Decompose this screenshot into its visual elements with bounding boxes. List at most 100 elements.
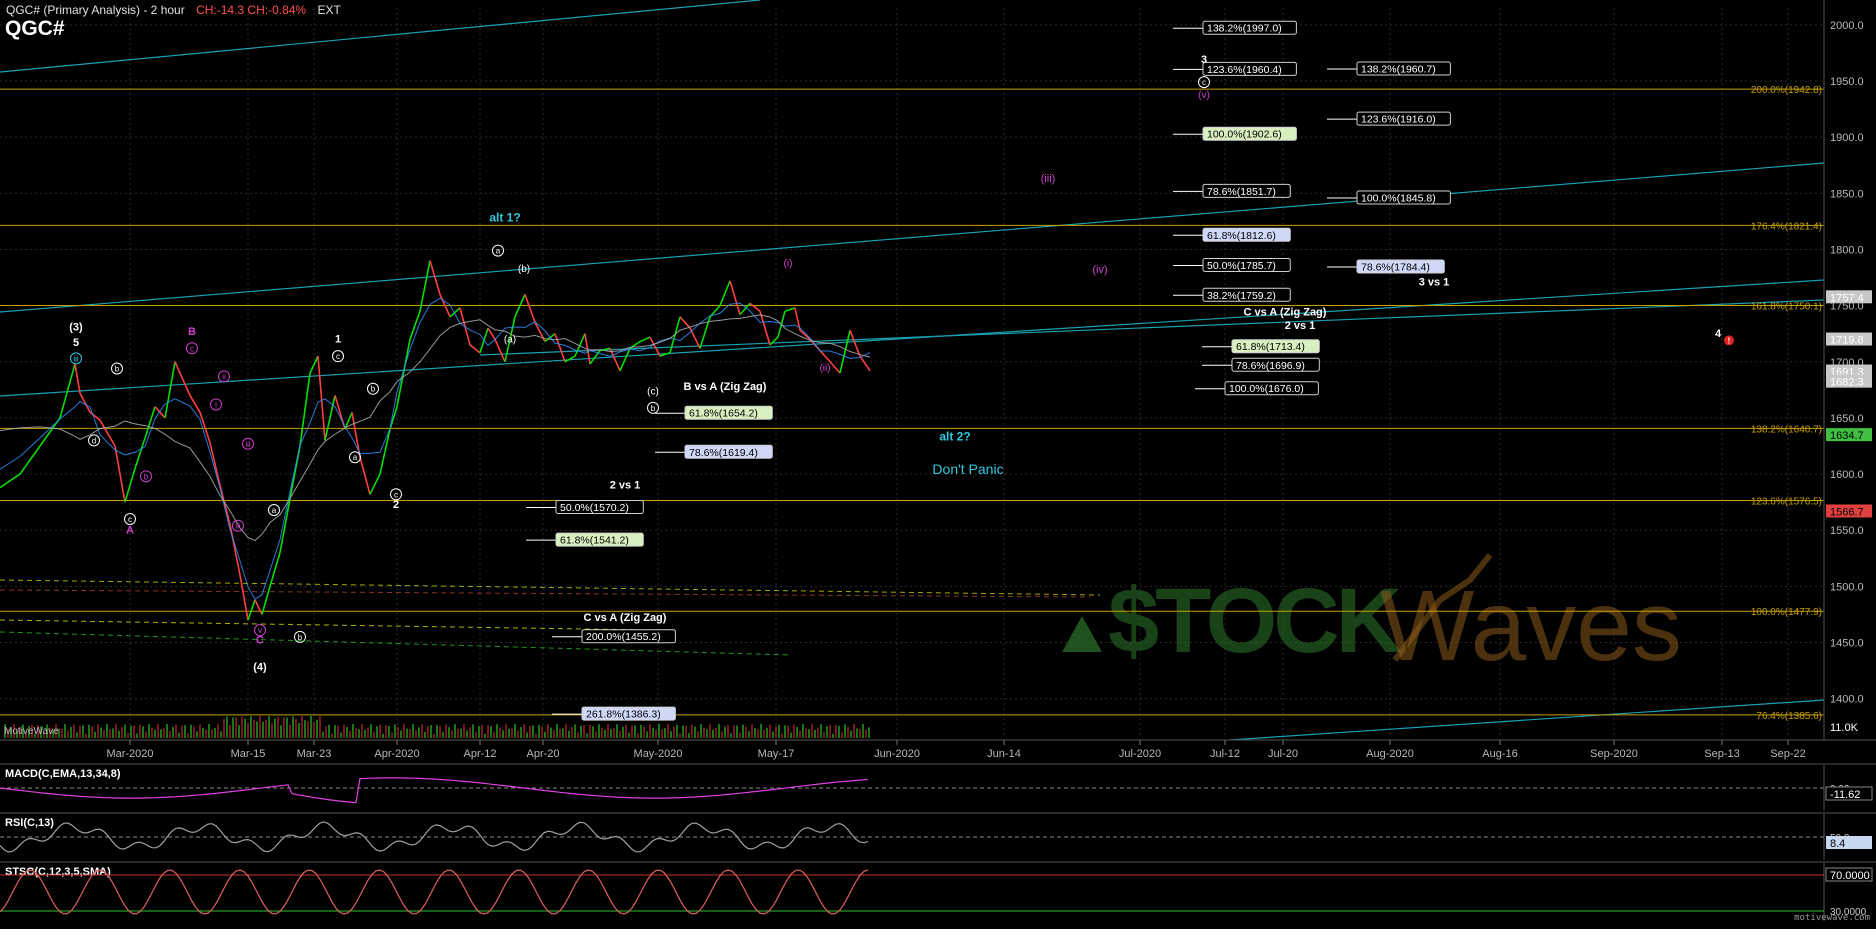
time-tick-label: Jul-20: [1268, 748, 1298, 760]
volume-bar: [328, 724, 330, 738]
wave-label: (v): [1198, 90, 1210, 101]
volume-bar: [598, 724, 600, 738]
volume-bar: [343, 724, 345, 738]
volume-bar: [274, 718, 276, 738]
time-tick-label: May-17: [758, 748, 795, 760]
chart-header: QGC# (Primary Analysis) - 2 hour CH:-14.…: [6, 3, 341, 17]
trend-line: [479, 299, 1825, 356]
volume-bar: [610, 729, 612, 738]
volume-bar: [442, 732, 444, 738]
volume-bar: [367, 727, 369, 738]
volume-bar: [643, 726, 645, 738]
volume-bar: [430, 724, 432, 738]
wave-circle-label: c: [190, 344, 194, 353]
volume-bar: [148, 724, 150, 738]
volume-bar: [406, 728, 408, 738]
volume-bar: [538, 724, 540, 738]
volume-bar: [868, 727, 870, 738]
volume-bar: [511, 728, 513, 738]
volume-bar: [106, 724, 108, 738]
wave-circle-label: iii: [235, 522, 241, 531]
volume-bar: [466, 730, 468, 738]
volume-bar: [76, 732, 78, 738]
price-segment: [134, 437, 146, 469]
volume-bar: [778, 724, 780, 738]
volume-bar: [88, 724, 90, 738]
volume-bar: [85, 733, 87, 738]
price-segment: [359, 457, 371, 495]
volume-bar: [646, 731, 648, 738]
volume-bar: [679, 733, 681, 738]
volume-bar: [664, 728, 666, 738]
time-tick-label: Aug-16: [1482, 748, 1517, 760]
price-segment: [369, 473, 381, 495]
wave-label: (b): [518, 264, 530, 275]
volume-bar: [202, 727, 204, 738]
volume-bar: [118, 730, 120, 738]
price-segment: [74, 363, 81, 394]
volume-bar: [640, 724, 642, 738]
circled-wave-labels: iiibdcciiiiiiiiiavbcbacabcb: [70, 76, 1210, 643]
projection-box-label: 61.8%(1541.2): [560, 535, 629, 547]
volume-bar: [520, 727, 522, 738]
projection-box-label: 78.6%(1851.7): [1207, 186, 1276, 198]
wave-circle-label: a: [353, 453, 358, 462]
projection-box-label: 123.6%(1916.0): [1361, 114, 1436, 126]
volume-bar: [502, 730, 504, 738]
volume-bar: [586, 733, 588, 738]
price-tick-label: 1850.0: [1830, 188, 1864, 200]
volume-bar: [82, 725, 84, 738]
volume-bar: [427, 726, 429, 738]
price-segment: [554, 333, 566, 363]
volume-bar: [397, 727, 399, 738]
wave-circle-label: b: [144, 472, 149, 481]
volume-bar: [682, 725, 684, 738]
volume-bar: [823, 731, 825, 738]
volume-bar: [220, 731, 222, 738]
time-axis[interactable]: Mar-2020 Mar-15 Mar-23 Apr-2020 Apr-12 Apr-20…: [0, 739, 1876, 764]
volume-bar: [238, 725, 240, 738]
volume-bar: [697, 731, 699, 738]
chart-canvas[interactable]: $TOCKWaves 200.0%(1942.8) 176.4%(1821.4) 1…: [0, 0, 1876, 924]
projection-box-label: 61.8%(1654.2): [689, 408, 758, 420]
wave-circle-label: a: [272, 506, 277, 515]
volume-bar: [691, 724, 693, 738]
price-axis[interactable]: 1400.01450.01500.01550.01600.01650.01700…: [1823, 0, 1876, 740]
wave-label: A: [126, 525, 134, 537]
volume-bar: [145, 731, 147, 738]
price-tag-label: 1634.7: [1830, 430, 1864, 442]
volume-bar: [250, 716, 252, 738]
volume-bar: [265, 719, 267, 738]
price-segment: [0, 473, 21, 489]
volume-bar: [349, 730, 351, 738]
volume-bar: [193, 726, 195, 738]
volume-bar: [838, 725, 840, 738]
volume-bar: [277, 716, 279, 738]
projection-box-label: 78.6%(1696.9): [1236, 360, 1305, 372]
volume-bar: [385, 725, 387, 738]
projection-box-label: 200.0%(1455.2): [586, 631, 661, 643]
wave-circle-label: b: [115, 365, 120, 374]
volume-bar: [172, 726, 174, 738]
volume-bar: [439, 725, 441, 738]
wave-circle-label: b: [651, 404, 656, 413]
volume-bar: [370, 724, 372, 738]
volume-bar: [382, 733, 384, 738]
volume-bar: [61, 728, 63, 738]
volume-bar: [229, 725, 231, 738]
wave-label: (ii): [819, 363, 830, 374]
volume-bar: [727, 724, 729, 738]
volume-bar: [121, 726, 123, 738]
volume-bar: [841, 732, 843, 738]
time-tick-label: May-2020: [634, 748, 683, 760]
volume-bar: [793, 724, 795, 738]
volume-bar: [463, 724, 465, 738]
volume-bar: [730, 733, 732, 738]
volume-bar: [781, 733, 783, 738]
volume-bar: [241, 716, 243, 738]
fib-level-label: 200.0%(1942.8): [1751, 85, 1822, 96]
volume-bar: [514, 724, 516, 738]
volume-bar: [661, 729, 663, 738]
price-tick-label: 1500.0: [1830, 581, 1864, 593]
volume-bar: [625, 724, 627, 738]
